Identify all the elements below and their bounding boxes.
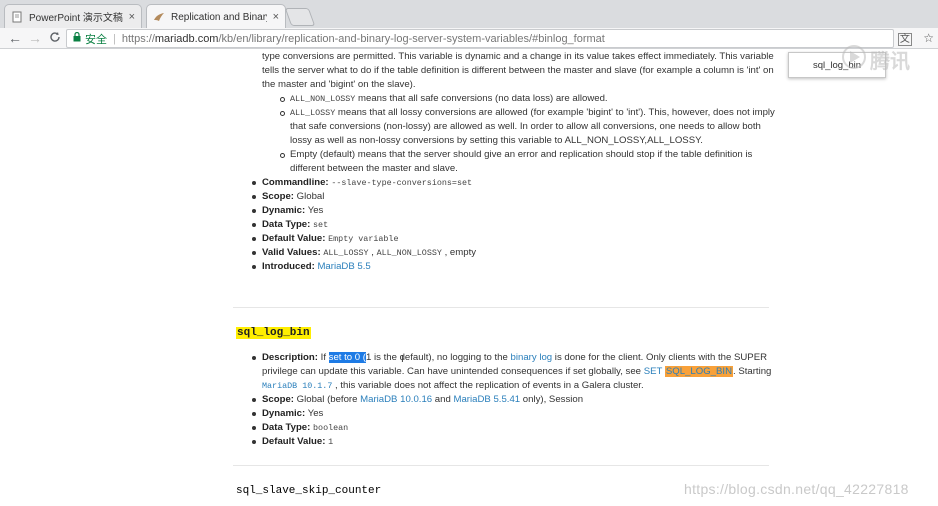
divider <box>233 465 769 466</box>
commandline-row: Commandline: --slave-type-conversions=se… <box>248 176 778 190</box>
url-scheme: https:// <box>121 32 155 45</box>
tab-strip: PowerPoint 演示文稿 × Replication and Binary… <box>0 0 938 29</box>
watermark-url: https://blog.csdn.net/qq_42227818 <box>684 481 909 497</box>
logo-text: 腾讯 <box>870 51 910 73</box>
list-item: Empty (default) means that the server sh… <box>248 148 778 176</box>
intro-paragraph: type conversions are permitted. This var… <box>262 51 774 90</box>
text-cursor-icon: I <box>401 354 404 365</box>
new-tab-button[interactable] <box>284 8 316 26</box>
tencent-logo: 腾讯 <box>840 42 936 73</box>
mariadb-seal-icon <box>153 11 165 23</box>
valid-values-row: Valid Values: ALL_LOSSY , ALL_NON_LOSSY … <box>248 246 778 260</box>
web-page: type conversions are permitted. This var… <box>0 49 938 506</box>
browser-toolbar: ← → 安全 | https://mariadb.com/kb/en/libra… <box>0 28 938 49</box>
section-slave-type-conversions: type conversions are permitted. This var… <box>248 50 778 274</box>
datatype-row: Data Type: boolean <box>248 421 778 435</box>
properties-list: Description: If set to 0 (1 is the defau… <box>248 351 778 449</box>
mariadb-5-5-41-link[interactable]: MariaDB 5.5.41 <box>453 394 520 405</box>
introduced-row: Introduced: MariaDB 5.5 <box>248 260 778 274</box>
url-text: https://mariadb.com/kb/en/library/replic… <box>122 33 605 45</box>
list-item: ALL_LOSSY means that all lossy conversio… <box>248 106 778 148</box>
binary-log-link[interactable]: binary log <box>511 352 553 363</box>
tab-label: PowerPoint 演示文稿 <box>29 13 123 24</box>
options-list: ALL_NON_LOSSY means that all safe conver… <box>248 92 778 176</box>
back-button[interactable]: ← <box>6 29 24 47</box>
sql-log-bin-heading: sql_log_bin <box>236 327 311 339</box>
list-item: ALL_NON_LOSSY means that all safe conver… <box>248 92 778 106</box>
dynamic-row: Dynamic: Yes <box>248 204 778 218</box>
scope-row: Scope: Global <box>248 190 778 204</box>
mariadb-5-5-link[interactable]: MariaDB 5.5 <box>317 261 370 272</box>
close-icon[interactable]: × <box>129 11 135 23</box>
properties-list: Commandline: --slave-type-conversions=se… <box>248 176 778 274</box>
forward-button[interactable]: → <box>26 29 44 47</box>
selected-text: set to 0 ( <box>328 352 366 363</box>
sql-log-bin-link[interactable]: SQL_LOG_BIN <box>664 366 733 377</box>
reload-icon <box>50 32 60 42</box>
url-path: /kb/en/library/replication-and-binary-lo… <box>218 32 605 45</box>
close-icon[interactable]: × <box>273 11 279 23</box>
description-row: Description: If set to 0 (1 is the defau… <box>248 351 778 393</box>
url-host: mariadb.com <box>154 32 219 45</box>
lock-icon <box>73 31 81 45</box>
url-separator: | <box>113 32 116 45</box>
tab-label: Replication and Binary <box>171 11 267 23</box>
datatype-row: Data Type: set <box>248 218 778 232</box>
address-bar[interactable]: 安全 | https://mariadb.com/kb/en/library/r… <box>66 29 894 48</box>
divider <box>233 307 769 308</box>
mariadb-10-0-16-link[interactable]: MariaDB 10.0.16 <box>360 394 432 405</box>
secure-label: 安全 <box>85 33 107 46</box>
scope-row: Scope: Global (before MariaDB 10.0.16 an… <box>248 393 778 407</box>
set-link[interactable]: SET <box>644 366 663 377</box>
sql-slave-skip-counter-heading: sql_slave_skip_counter <box>236 485 382 497</box>
tab-replication[interactable]: Replication and Binary × <box>146 4 286 29</box>
tab-powerpoint[interactable]: PowerPoint 演示文稿 × <box>4 4 142 28</box>
reload-button[interactable] <box>46 29 64 47</box>
document-icon <box>11 11 23 23</box>
default-row: Default Value: 1 <box>248 435 778 449</box>
default-row: Default Value: Empty variable <box>248 232 778 246</box>
dynamic-row: Dynamic: Yes <box>248 407 778 421</box>
section-sql-log-bin: Description: If set to 0 (1 is the defau… <box>248 351 778 449</box>
